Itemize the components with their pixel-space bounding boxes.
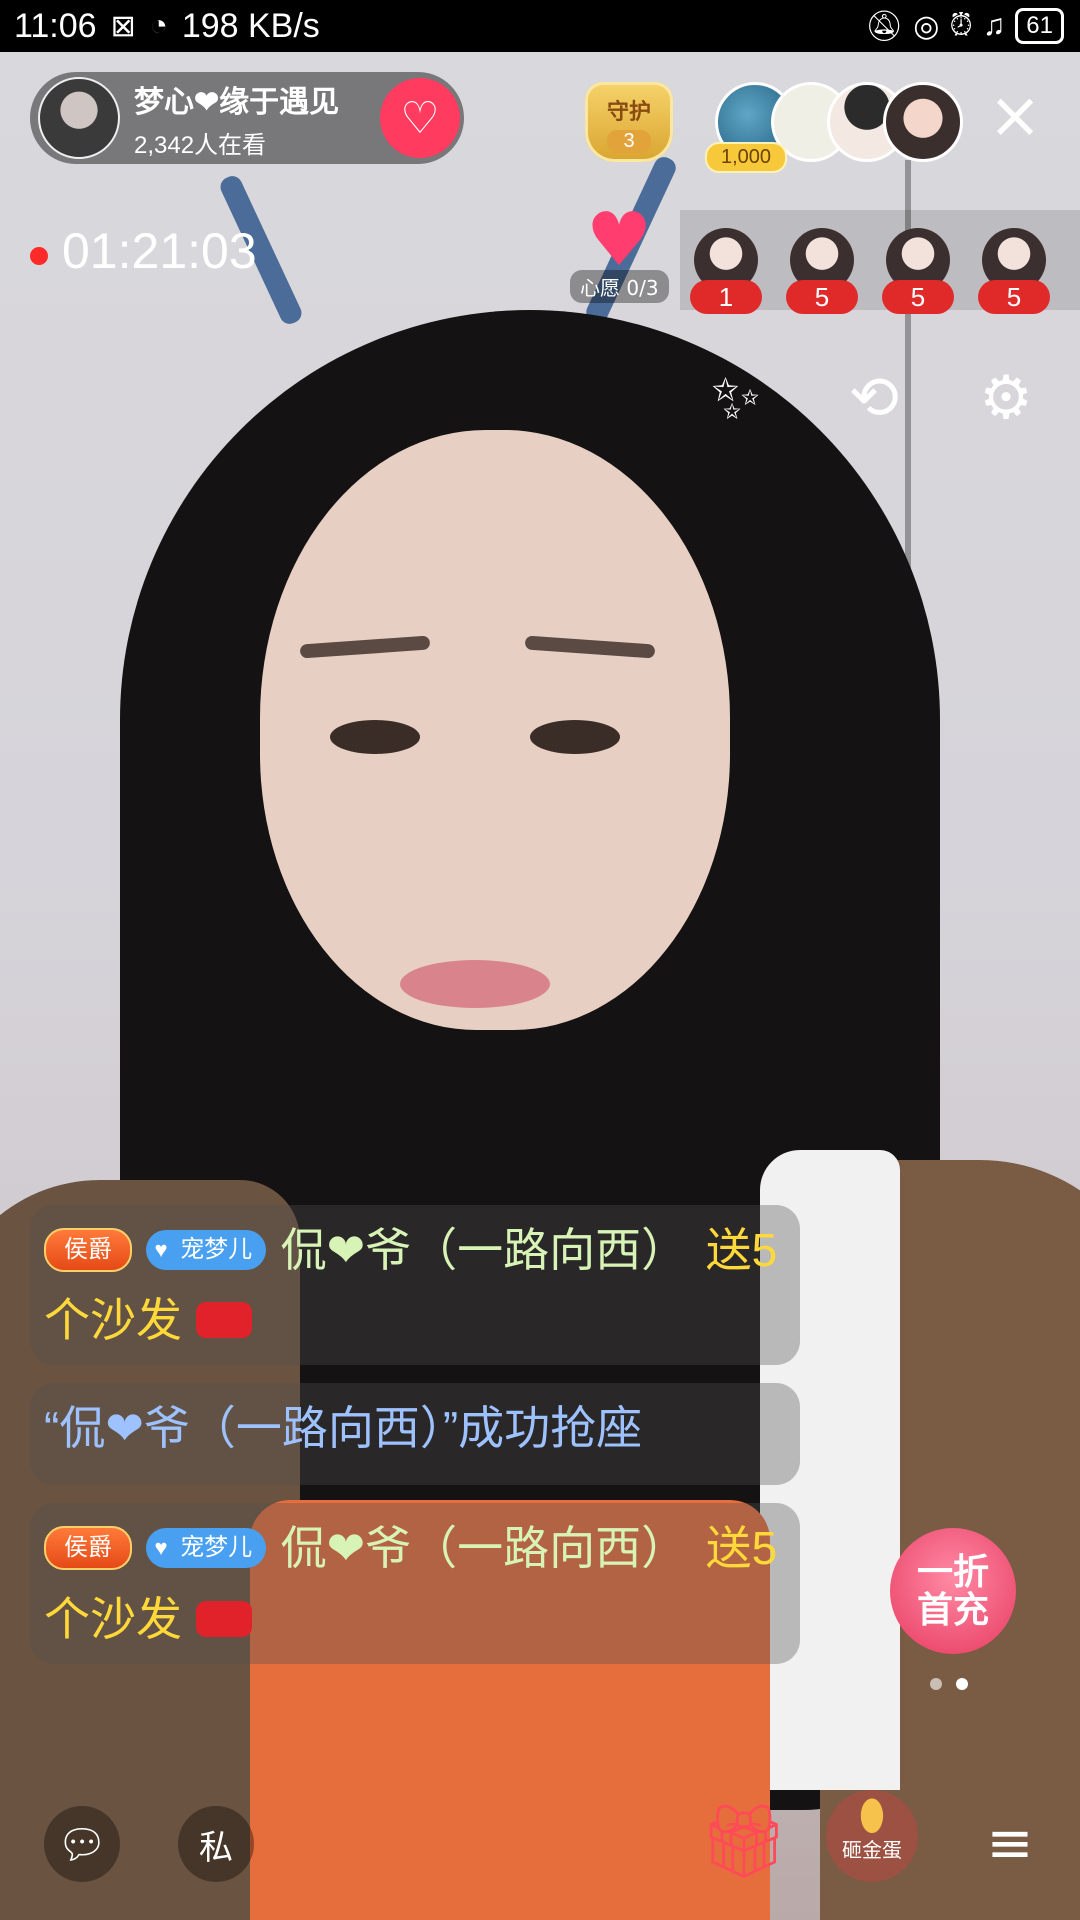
left-eye [330, 720, 420, 754]
chat-message: 侯爵 ♥ 宠梦儿 侃❤爷（一路向西） 送5个沙发 [30, 1503, 800, 1664]
mute-icon: 🔕︎ [865, 9, 904, 43]
rank-count: 5 [978, 280, 1050, 314]
chat-bubble-icon: 💬︎ [56, 1821, 108, 1868]
promo-pager [930, 1678, 968, 1690]
heart-plus-icon: ♡ [400, 92, 440, 144]
host-text: 梦心❤缘于遇见 2,342人在看 [134, 77, 339, 160]
guard-badge[interactable]: 守护 3 [585, 82, 673, 162]
alarm-icon: ⏰︎ [949, 9, 973, 42]
settings-gear-icon[interactable]: ⚙ [970, 362, 1042, 434]
rank-badge: 侯爵 [44, 1228, 132, 1272]
smash-egg-button[interactable]: ⬮ 砸金蛋 [826, 1790, 918, 1882]
camera-flip-icon[interactable]: ⟲ [838, 362, 910, 434]
host-name: 梦心❤缘于遇见 [134, 85, 340, 119]
mouth [400, 960, 550, 1008]
fan-heart-icon: ♥ [154, 1535, 168, 1561]
host-avatar[interactable] [38, 77, 120, 159]
sofa-icon [196, 1600, 253, 1637]
fan-badge-label: 宠梦儿 [180, 1236, 253, 1263]
first-charge-promo[interactable]: 一折 首充 [890, 1528, 1016, 1654]
rank-count: 5 [786, 280, 858, 314]
right-eye [530, 720, 620, 754]
viewer-avatar[interactable] [883, 82, 963, 162]
gift-button[interactable]: 🎁︎ [698, 1800, 789, 1882]
battery-icon: 61 [1015, 8, 1064, 44]
close-icon: × [988, 79, 1042, 153]
fan-badge: ♥ 宠梦儿 [146, 1528, 267, 1569]
viewer-count: 2,342人在看 [134, 131, 267, 159]
sofa-icon [196, 1302, 253, 1339]
gift-icon: 🎁︎ [698, 1799, 790, 1883]
private-label: 私 [199, 1827, 233, 1868]
coin-badge: 1,000 [705, 142, 788, 173]
wish-label[interactable]: 心愿 0/3 [570, 270, 669, 303]
rank-strip[interactable]: 1 5 5 5 [680, 210, 1080, 314]
fan-heart-icon: ♥ [154, 1237, 168, 1262]
wish-heart-icon[interactable]: ♥ [580, 203, 658, 277]
comment-button[interactable]: 💬︎ [44, 1806, 120, 1882]
smash-egg-label: 砸金蛋 [842, 1840, 902, 1862]
menu-icon: ≡ [986, 1811, 1034, 1876]
live-stream-screen: 11:06 ⊠ ◔ 198 KB/s 🔕︎ ◎ ⏰︎ ♫ 61 梦心❤缘于遇见 … [0, 0, 1080, 1920]
status-bar: 11:06 ⊠ ◔ 198 KB/s 🔕︎ ◎ ⏰︎ ♫ 61 [0, 0, 1080, 52]
chat-area: 侯爵 ♥ 宠梦儿 侃❤爷（一路向西） 送5个沙发 “侃❤爷（一路向西）”成功抢座… [30, 1205, 800, 1682]
rank-count: 1 [690, 280, 762, 314]
chat-message: “侃❤爷（一路向西）”成功抢座 [30, 1383, 800, 1486]
lock-icon: ◎ [913, 9, 940, 43]
golden-egg-icon: ⬮ [858, 1790, 886, 1839]
magic-wand-icon[interactable]: ✨︎ [700, 362, 772, 434]
close-button[interactable]: × [985, 84, 1045, 148]
chat-username[interactable]: 侃❤爷（一路向西） [281, 1522, 688, 1574]
pager-dot [930, 1678, 942, 1690]
chat-username[interactable]: 侃❤爷（一路向西） [281, 1224, 688, 1276]
promo-line2: 首充 [916, 1589, 989, 1630]
host-info[interactable]: 梦心❤缘于遇见 2,342人在看 ♡ [30, 72, 464, 164]
rank-badge: 侯爵 [44, 1526, 132, 1571]
menu-button[interactable]: ≡ [972, 1806, 1048, 1882]
network-speed: 198 KB/s [181, 6, 320, 45]
chat-message: 侯爵 ♥ 宠梦儿 侃❤爷（一路向西） 送5个沙发 [30, 1205, 800, 1366]
live-timer: 01:21:03 [62, 223, 257, 279]
private-message-button[interactable]: 私 [178, 1806, 254, 1882]
status-time: 11:06 [14, 6, 97, 45]
wifi-icon: ◔ [149, 9, 168, 42]
rank-count: 5 [882, 280, 954, 314]
person-face [260, 430, 730, 1030]
system-message: “侃❤爷（一路向西）”成功抢座 [44, 1402, 643, 1455]
pager-dot-active [956, 1678, 968, 1690]
promo-line1: 一折 [916, 1551, 989, 1592]
headphones-icon: ♫ [982, 9, 1006, 42]
guard-label: 守护 [606, 99, 651, 124]
follow-button[interactable]: ♡ [380, 78, 460, 158]
sim-off-icon: ⊠ [110, 9, 136, 43]
guard-count: 3 [607, 130, 651, 153]
fan-badge: ♥ 宠梦儿 [146, 1230, 267, 1270]
live-indicator-icon [30, 247, 48, 265]
fan-badge-label: 宠梦儿 [180, 1534, 253, 1562]
